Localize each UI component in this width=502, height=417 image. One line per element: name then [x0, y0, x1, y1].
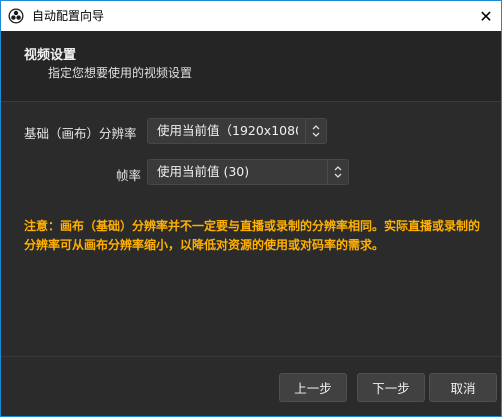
- up-down-arrows-icon: [305, 119, 326, 143]
- footer-divider: [1, 356, 501, 357]
- up-down-arrows-icon: [327, 160, 348, 184]
- window-title: 自动配置向导: [32, 9, 105, 23]
- page-header: 视频设置 指定您想要使用的视频设置: [1, 31, 501, 102]
- page-subtitle: 指定您想要使用的视频设置: [48, 66, 193, 80]
- base-resolution-select[interactable]: 使用当前值（1920x1080）: [147, 118, 327, 144]
- auto-config-wizard-window: 自动配置向导 ✕ 视频设置 指定您想要使用的视频设置 基础（画布）分辨率 使用当…: [0, 0, 502, 417]
- base-resolution-value: 使用当前值（1920x1080）: [157, 123, 298, 138]
- fps-label: 帧率: [115, 168, 141, 183]
- cancel-button[interactable]: 取消: [429, 373, 497, 402]
- fps-select[interactable]: 使用当前值 (30): [147, 159, 349, 185]
- close-icon[interactable]: ✕: [471, 1, 501, 31]
- fps-value: 使用当前值 (30): [157, 164, 250, 179]
- back-button[interactable]: 上一步: [279, 373, 347, 402]
- next-button[interactable]: 下一步: [357, 373, 425, 402]
- base-resolution-label: 基础（画布）分辨率: [24, 126, 137, 141]
- resolution-note: 注意：画布（基础）分辨率并不一定要与直播或录制的分辨率相同。实际直播或录制的分辨…: [24, 219, 481, 252]
- obs-icon: [8, 8, 24, 24]
- title-bar[interactable]: 自动配置向导 ✕: [1, 1, 501, 31]
- page-title: 视频设置: [24, 48, 77, 63]
